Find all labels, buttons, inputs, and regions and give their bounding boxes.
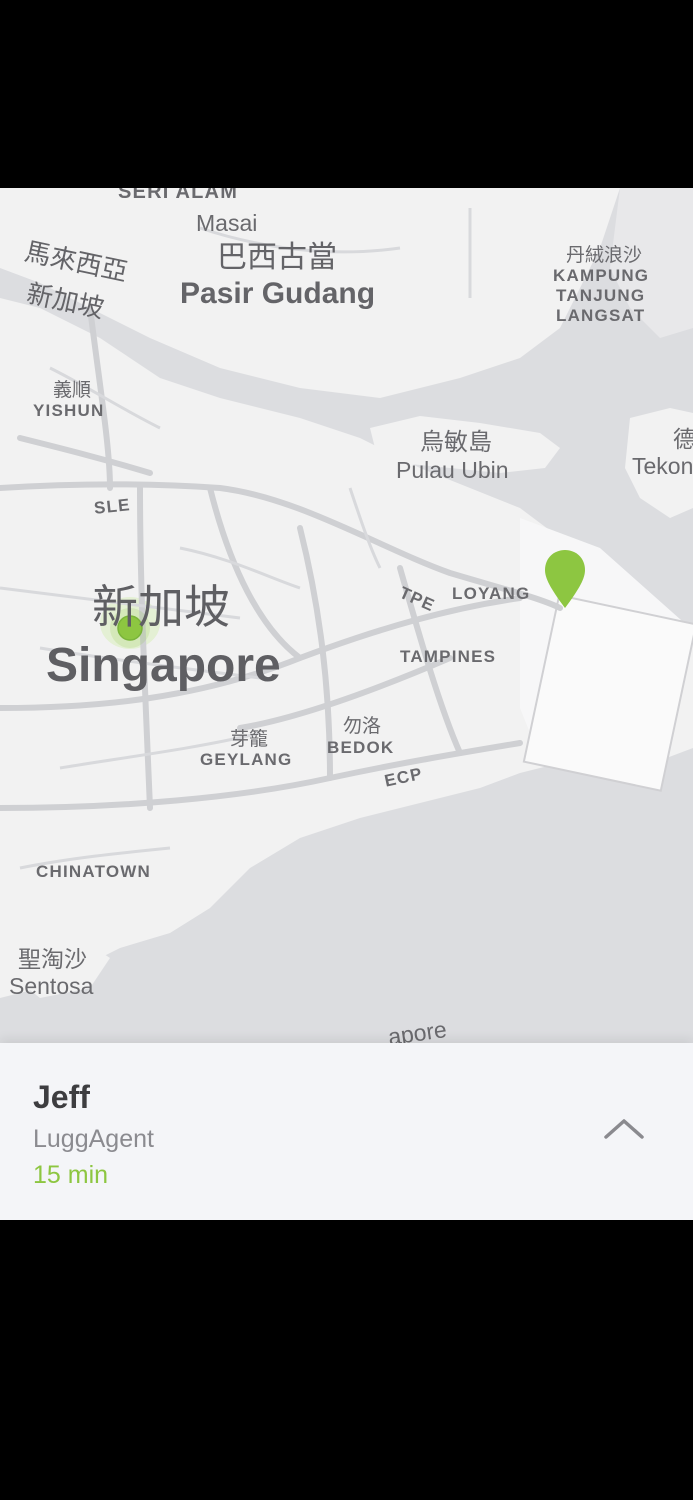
- navigation-bar-area: [0, 1220, 693, 1500]
- label-pulau-ubin: Pulau Ubin: [396, 457, 509, 483]
- label-singapore: Singapore: [46, 639, 281, 692]
- agent-eta: 15 min: [33, 1161, 109, 1189]
- label-geylang-cjk: 芽籠: [230, 729, 269, 750]
- label-sle: SLE: [93, 495, 132, 518]
- label-tekong-cjk: 德: [673, 426, 693, 452]
- label-seri-alam: SERI ALAM: [118, 188, 239, 203]
- label-kampung-3: LANGSAT: [556, 306, 646, 325]
- label-tekong: Tekon: [632, 453, 693, 479]
- label-kampung-cjk: 丹絨浪沙: [566, 245, 643, 266]
- label-sentosa-cjk: 聖淘沙: [18, 946, 87, 972]
- label-pasir-gudang-cjk: 巴西古當: [217, 241, 337, 274]
- chevron-up-icon: [604, 1119, 644, 1139]
- label-pulau-ubin-cjk: 烏敏島: [420, 429, 492, 456]
- label-loyang: LOYANG: [452, 584, 531, 603]
- label-yishun-cjk: 義順: [53, 380, 92, 401]
- agent-role: LuggAgent: [33, 1125, 154, 1153]
- label-geylang: GEYLANG: [200, 750, 293, 769]
- label-tampines: TAMPINES: [400, 647, 497, 666]
- label-kampung-1: KAMPUNG: [553, 266, 650, 285]
- label-sentosa: Sentosa: [9, 973, 94, 999]
- label-yishun: YISHUN: [33, 401, 105, 420]
- map-view[interactable]: SERI ALAM Masai 巴西古當 Pasir Gudang 馬來西亞 新…: [0, 188, 693, 1043]
- label-masai: Masai: [196, 210, 258, 236]
- label-bedok-cjk: 勿洛: [343, 716, 382, 737]
- label-chinatown: CHINATOWN: [36, 862, 151, 881]
- label-singapore-cjk: 新加坡: [92, 581, 230, 633]
- agent-info-sheet[interactable]: Jeff LuggAgent 15 min: [0, 1043, 693, 1220]
- agent-name: Jeff: [33, 1079, 90, 1115]
- status-bar-area: [0, 0, 693, 188]
- expand-sheet-button[interactable]: [598, 1109, 650, 1149]
- label-pasir-gudang: Pasir Gudang: [180, 277, 376, 310]
- label-kampung-2: TANJUNG: [556, 286, 646, 305]
- label-bedok: BEDOK: [327, 738, 395, 757]
